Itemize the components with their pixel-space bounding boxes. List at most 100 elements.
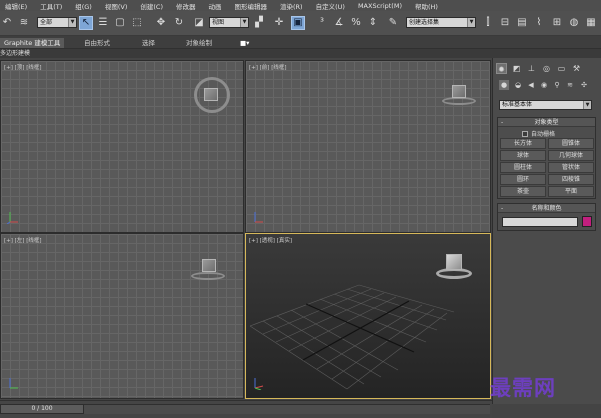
mirror-icon[interactable]: ⫿ (481, 16, 495, 30)
angle-snap-icon[interactable]: ∡ (332, 16, 346, 30)
pyramid-button[interactable]: 四棱锥 (548, 174, 594, 185)
viewport-label[interactable]: [+] [前] [线框] (249, 63, 286, 71)
selection-filter-dropdown[interactable]: 全部 ▼ (37, 17, 77, 28)
spinner-snap-icon[interactable]: ⇕ (366, 16, 380, 30)
object-type-rollout: - 对象类型 自动栅格 长方体 圆锥体 球体 几何球体 圆柱体 管状体 圆环 四… (497, 117, 596, 199)
viewport-perspective[interactable]: [+] [透视] [真实] (245, 233, 491, 399)
select-manipulate-icon[interactable]: ✛ (272, 16, 286, 30)
teapot-button[interactable]: 茶壶 (500, 186, 546, 197)
helpers-icon[interactable]: ⚲ (552, 80, 562, 90)
geosphere-button[interactable]: 几何球体 (548, 150, 594, 161)
menu-modifiers[interactable]: 修改器 (171, 1, 204, 11)
viewport-top[interactable]: [+] [顶] [线框] (0, 60, 244, 233)
render-setup-icon[interactable]: ▦ (584, 16, 598, 30)
axis-tripod-icon (254, 212, 263, 223)
cone-button[interactable]: 圆锥体 (548, 138, 594, 149)
viewport-label[interactable]: [+] [左] [线框] (4, 236, 41, 244)
plane-button[interactable]: 平面 (548, 186, 594, 197)
object-type-header[interactable]: - 对象类型 (498, 118, 595, 127)
viewport-left[interactable]: [+] [左] [线框] (0, 233, 244, 399)
cylinder-button[interactable]: 圆柱体 (500, 162, 546, 173)
name-color-header[interactable]: - 名称和颜色 (498, 204, 595, 213)
object-name-field[interactable] (502, 217, 578, 227)
viewport-front[interactable]: [+] [前] [线框] (245, 60, 491, 233)
menu-create[interactable]: 创建(C) (135, 1, 171, 11)
create-tab-icon[interactable]: ✹ (496, 63, 507, 74)
cameras-icon[interactable]: ◉ (539, 80, 549, 90)
viewcube-icon[interactable] (446, 254, 462, 270)
viewcube-icon[interactable] (452, 85, 466, 98)
chevron-down-icon: ▼ (467, 18, 475, 27)
torus-button[interactable]: 圆环 (500, 174, 546, 185)
keyboard-shortcut-icon[interactable]: ▣ (291, 16, 305, 30)
percent-snap-icon[interactable]: % (349, 16, 363, 30)
material-editor-icon[interactable]: ◍ (567, 16, 581, 30)
lights-icon[interactable]: ◀ (526, 80, 536, 90)
axis-tripod-icon (9, 378, 18, 389)
name-color-rollout: - 名称和颜色 (497, 203, 596, 231)
category-value: 标准基本体 (502, 101, 533, 108)
axis-tripod-icon (7, 212, 18, 224)
snap-icon[interactable]: ³ (315, 16, 329, 30)
menu-rendering[interactable]: 渲染(R) (275, 1, 311, 11)
shapes-icon[interactable]: ◒ (513, 80, 523, 90)
bind-icon[interactable]: ≋ (17, 16, 31, 30)
ribbon-tab-object-paint[interactable]: 对象绘制 (186, 38, 212, 48)
rotate-icon[interactable]: ↻ (172, 16, 186, 30)
ribbon-options-icon[interactable]: ■▾ (240, 38, 249, 48)
viewport-label[interactable]: [+] [顶] [线框] (4, 63, 41, 71)
tube-button[interactable]: 管状体 (548, 162, 594, 173)
timeline-track[interactable] (84, 404, 490, 414)
move-icon[interactable]: ✥ (154, 16, 168, 30)
spacewarps-icon[interactable]: ≋ (565, 80, 575, 90)
object-color-swatch[interactable] (582, 216, 592, 227)
reference-coordinate-value: 视图 (212, 19, 225, 26)
window-crossing-icon[interactable]: ⬚ (130, 16, 144, 30)
category-dropdown[interactable]: 标准基本体 ▼ (499, 100, 592, 110)
hierarchy-tab-icon[interactable]: ⊥ (526, 63, 537, 74)
time-slider[interactable]: 0 / 100 (0, 404, 84, 414)
viewcube-ring[interactable] (191, 272, 225, 280)
schematic-icon[interactable]: ⊞ (550, 16, 564, 30)
ribbon-tab-freeform[interactable]: 自由形式 (84, 38, 110, 48)
pivot-icon[interactable]: ▞ (252, 16, 266, 30)
menu-edit[interactable]: 编辑(E) (0, 1, 35, 11)
menu-animation[interactable]: 动画 (204, 1, 230, 11)
curve-editor-icon[interactable]: ⌇ (532, 16, 546, 30)
axis-tripod-icon (254, 378, 264, 390)
undo-icon[interactable]: ↶ (0, 16, 14, 30)
ribbon-tab-graphite[interactable]: Graphite 建模工具 (0, 38, 65, 48)
ribbon-tab-selection[interactable]: 选择 (142, 38, 155, 48)
layer-icon[interactable]: ▤ (515, 16, 529, 30)
menu-tools[interactable]: 工具(T) (35, 1, 70, 11)
viewcube-icon[interactable] (204, 88, 218, 101)
box-button[interactable]: 长方体 (500, 138, 546, 149)
display-tab-icon[interactable]: ▭ (556, 63, 567, 74)
geometry-icon[interactable]: ● (499, 80, 509, 90)
modify-tab-icon[interactable]: ◩ (511, 63, 522, 74)
watermark: 最需网 (490, 376, 556, 400)
ribbon-sub-label: 多边形建模 (0, 50, 31, 57)
name-color-title: 名称和颜色 (531, 205, 562, 212)
utilities-tab-icon[interactable]: ⚒ (571, 63, 582, 74)
viewcube-icon[interactable] (202, 259, 216, 272)
reference-coordinate-dropdown[interactable]: 视图 ▼ (209, 17, 249, 28)
named-selection-set-dropdown[interactable]: 创建选择集 ▼ (406, 17, 476, 28)
menu-graph-editors[interactable]: 图形编辑器 (230, 1, 276, 11)
menu-help[interactable]: 帮助(H) (410, 1, 446, 11)
select-by-name-icon[interactable]: ☰ (96, 16, 110, 30)
region-select-icon[interactable]: ▢ (113, 16, 127, 30)
viewcube-ring[interactable] (442, 97, 476, 105)
systems-icon[interactable]: ✣ (579, 80, 589, 90)
scale-icon[interactable]: ◪ (192, 16, 206, 30)
sphere-button[interactable]: 球体 (500, 150, 546, 161)
menu-group[interactable]: 组(G) (70, 1, 100, 11)
menu-maxscript[interactable]: MAXScript(M) (353, 2, 410, 10)
select-icon[interactable]: ↖ (79, 16, 93, 30)
align-icon[interactable]: ⊟ (498, 16, 512, 30)
motion-tab-icon[interactable]: ◎ (541, 63, 552, 74)
autogrid-checkbox[interactable]: 自动栅格 (522, 129, 555, 138)
menu-customize[interactable]: 自定义(U) (311, 1, 353, 11)
menu-views[interactable]: 视图(V) (100, 1, 136, 11)
edit-named-selection-icon[interactable]: ✎ (386, 16, 400, 30)
